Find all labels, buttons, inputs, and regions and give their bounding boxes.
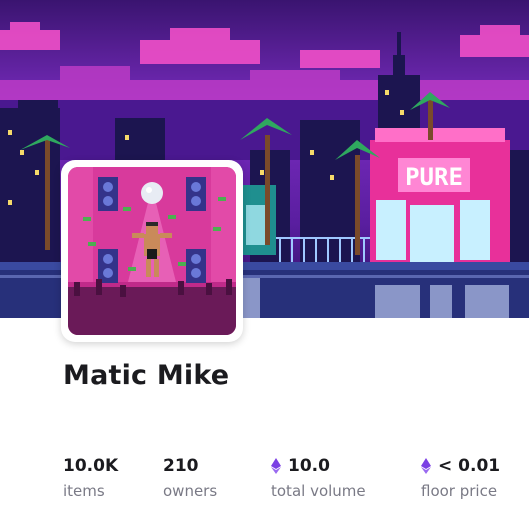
stat-total-volume: 10.0 total volume	[271, 455, 366, 500]
eth-icon	[421, 458, 431, 474]
stat-items: 10.0K items	[63, 455, 118, 500]
banner-sign: PURE	[405, 163, 463, 191]
eth-icon	[271, 458, 281, 474]
stat-owners-value: 210	[163, 456, 199, 476]
stat-items-value: 10.0K	[63, 456, 119, 476]
collection-title: Matic Mike	[63, 360, 230, 391]
stat-floor-price-label: floor price	[421, 482, 498, 500]
stat-floor-price: < 0.01 floor price	[421, 455, 500, 500]
stat-total-volume-value: 10.0	[288, 456, 330, 476]
collection-stats: 10.0K items 210 owners 10.0 total volume…	[0, 455, 529, 505]
stat-owners: 210 owners	[163, 455, 217, 500]
stat-owners-label: owners	[163, 482, 218, 500]
stat-floor-price-value: < 0.01	[438, 456, 501, 476]
stat-total-volume-label: total volume	[271, 482, 366, 500]
stat-items-label: items	[63, 482, 105, 500]
collection-avatar	[61, 160, 243, 342]
